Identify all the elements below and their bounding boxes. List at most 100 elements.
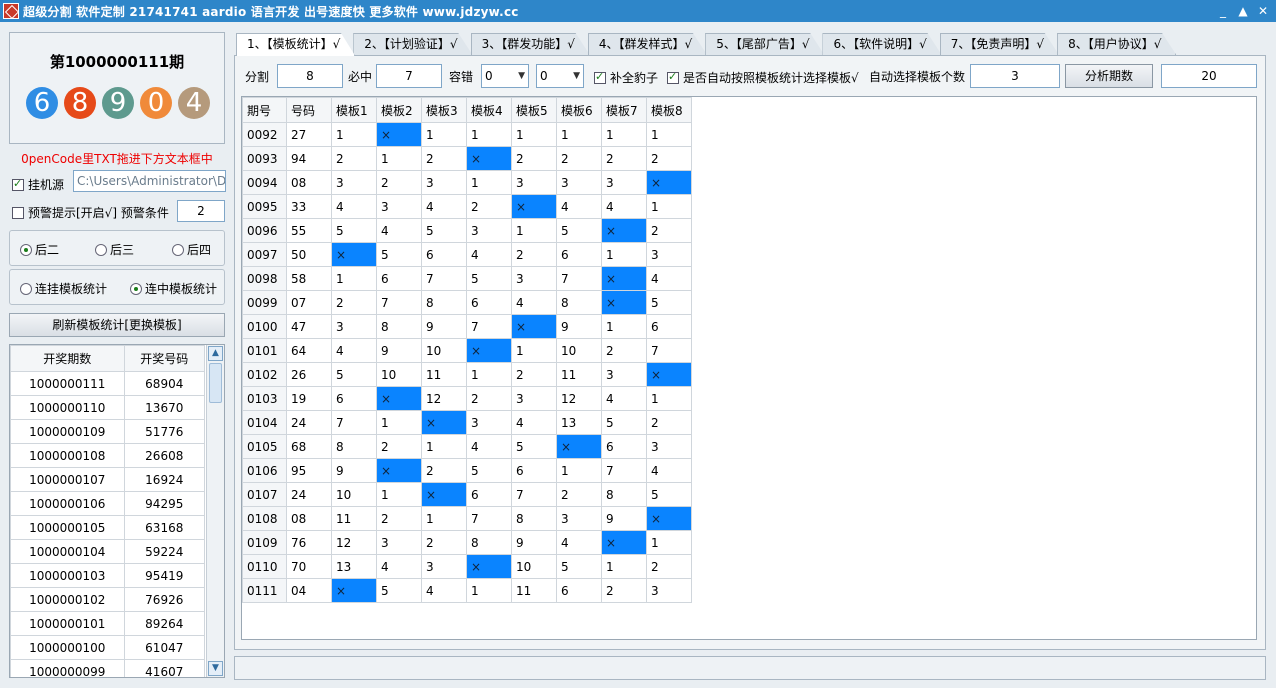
- tab-1[interactable]: 1、【模板统计】√: [236, 33, 356, 56]
- must-hit-input[interactable]: 7: [376, 64, 442, 88]
- close-icon[interactable]: ✕: [1254, 2, 1272, 20]
- draw-issue-cell: 1000000110: [10, 395, 125, 420]
- draw-list-scrollbar[interactable]: ▲ ▼: [206, 345, 224, 677]
- draw-row[interactable]: 1000000110 13670: [10, 395, 206, 420]
- radio-consecutive-miss[interactable]: 连挂模板统计: [20, 280, 107, 297]
- hit-mark: ×: [426, 415, 437, 430]
- grid-issue-cell: 0108: [242, 506, 287, 531]
- grid-header-4: 模板3: [421, 97, 467, 123]
- hit-mark: ×: [471, 151, 482, 166]
- minimize-icon[interactable]: _: [1214, 2, 1232, 20]
- grid-cell: 10: [421, 338, 467, 363]
- draw-row[interactable]: 1000000102 76926: [10, 587, 206, 612]
- draw-row[interactable]: 1000000109 51776: [10, 419, 206, 444]
- tab-3[interactable]: 3、【群发功能】√: [470, 33, 590, 55]
- radio-consecutive-hit[interactable]: 连中模板统计: [130, 280, 217, 297]
- source-checkbox-row[interactable]: 挂机源: [12, 176, 64, 193]
- grid-number-cell: 08: [286, 170, 332, 195]
- scroll-down-icon[interactable]: ▼: [208, 661, 223, 676]
- grid-cell: 3: [646, 434, 692, 459]
- tolerance-select-b[interactable]: 0 ▼: [536, 64, 584, 88]
- draw-row[interactable]: 1000000105 63168: [10, 515, 206, 540]
- grid-cell: 5: [376, 242, 422, 267]
- tolerance-select-a[interactable]: 0 ▼: [481, 64, 529, 88]
- current-issue-panel: 第1000000111期 68904: [9, 32, 225, 144]
- scroll-thumb[interactable]: [209, 363, 222, 403]
- complete-leopard-row[interactable]: 补全豹子: [594, 69, 658, 86]
- grid-cell: 1: [556, 122, 602, 147]
- grid-cell: 1: [466, 578, 512, 603]
- draw-row[interactable]: 1000000104 59224: [10, 539, 206, 564]
- tab-8[interactable]: 8、【用户协议】√: [1057, 33, 1177, 55]
- warning-checkbox[interactable]: [12, 206, 24, 219]
- grid-header-1: 号码: [286, 97, 332, 123]
- grid-cell: 3: [376, 530, 422, 555]
- complete-leopard-checkbox[interactable]: [594, 70, 606, 84]
- grid-cell-hit: ×: [556, 434, 602, 459]
- auto-select-checkbox[interactable]: [667, 70, 679, 84]
- radio-last-four[interactable]: 后四: [172, 241, 211, 258]
- radio-last-four-dot[interactable]: [172, 243, 184, 256]
- hit-mark: ×: [381, 127, 392, 142]
- radio-last-two-dot[interactable]: [20, 243, 32, 256]
- source-checkbox[interactable]: [12, 177, 24, 191]
- draw-row[interactable]: 1000000107 16924: [10, 467, 206, 492]
- radio-last-two[interactable]: 后二: [20, 241, 59, 258]
- radio-consecutive-miss-dot[interactable]: [20, 282, 32, 295]
- draw-row[interactable]: 1000000101 89264: [10, 611, 206, 636]
- grid-number-cell: 33: [286, 194, 332, 219]
- scroll-up-icon[interactable]: ▲: [208, 346, 223, 361]
- draw-row[interactable]: 1000000099 41607: [10, 659, 206, 677]
- auto-select-row[interactable]: 是否自动按照模板统计选择模板√: [667, 69, 859, 86]
- draw-row[interactable]: 1000000100 61047: [10, 635, 206, 660]
- grid-cell: 6: [376, 266, 422, 291]
- analyze-periods-input[interactable]: 20: [1161, 64, 1257, 88]
- tab-4[interactable]: 4、【群发样式】√: [587, 33, 708, 55]
- grid-cell: 2: [421, 530, 467, 555]
- grid-cell: 3: [601, 170, 647, 195]
- analyze-periods-button[interactable]: 分析期数: [1065, 64, 1153, 88]
- grid-row: 0097 50 × 5 6 4 2 6 1 3: [242, 242, 692, 267]
- tab-5[interactable]: 5、【尾部广告】√: [705, 33, 825, 55]
- grid-cell: 6: [511, 458, 557, 483]
- draw-number-cell: 13670: [123, 395, 206, 420]
- grid-issue-cell: 0097: [242, 242, 287, 267]
- source-path-input[interactable]: C:\Users\Administrator\De: [73, 170, 226, 192]
- maximize-icon[interactable]: ▲: [1234, 2, 1252, 20]
- grid-cell: 3: [646, 242, 692, 267]
- draw-row[interactable]: 1000000108 26608: [10, 443, 206, 468]
- grid-number-cell: 95: [286, 458, 332, 483]
- issue-title: 第1000000111期: [49, 53, 185, 71]
- grid-cell: 3: [331, 170, 377, 195]
- radio-last-three[interactable]: 后三: [95, 241, 134, 258]
- tab-6[interactable]: 6、【软件说明】√: [822, 33, 942, 55]
- grid-row: 0099 07 2 7 8 6 4 8 × 5: [242, 290, 692, 315]
- auto-select-label: 是否自动按照模板统计选择模板√: [683, 71, 859, 85]
- draw-number-cell: 94295: [123, 491, 206, 516]
- draw-row[interactable]: 1000000103 95419: [10, 563, 206, 588]
- grid-cell: 10: [331, 482, 377, 507]
- radio-consecutive-hit-dot[interactable]: [130, 282, 142, 295]
- warning-condition-input[interactable]: 2: [177, 200, 225, 222]
- tab-2[interactable]: 2、【计划验证】√: [353, 33, 473, 55]
- grid-cell: 7: [601, 458, 647, 483]
- draw-row[interactable]: 1000000106 94295: [10, 491, 206, 516]
- grid-cell-hit: ×: [466, 338, 512, 363]
- grid-cell: 5: [646, 482, 692, 507]
- tab-7[interactable]: 7、【免责声明】√: [939, 33, 1060, 55]
- grid-cell: 1: [646, 194, 692, 219]
- auto-count-input[interactable]: 3: [970, 64, 1060, 88]
- draw-row[interactable]: 1000000111 68904: [10, 371, 206, 396]
- draw-issue-cell: 1000000102: [10, 587, 125, 612]
- grid-number-cell: 08: [286, 506, 332, 531]
- grid-issue-cell: 0105: [242, 434, 287, 459]
- radio-last-three-dot[interactable]: [95, 243, 107, 256]
- grid-cell: 4: [421, 194, 467, 219]
- grid-cell: 11: [421, 362, 467, 387]
- warning-checkbox-row[interactable]: 预警提示[开启√] 预警条件: [12, 204, 169, 221]
- split-input[interactable]: 8: [277, 64, 343, 88]
- grid-cell-hit: ×: [331, 578, 377, 603]
- grid-cell: 5: [601, 410, 647, 435]
- grid-cell-hit: ×: [421, 410, 467, 435]
- refresh-templates-button[interactable]: 刷新模板统计[更换模板]: [9, 313, 225, 337]
